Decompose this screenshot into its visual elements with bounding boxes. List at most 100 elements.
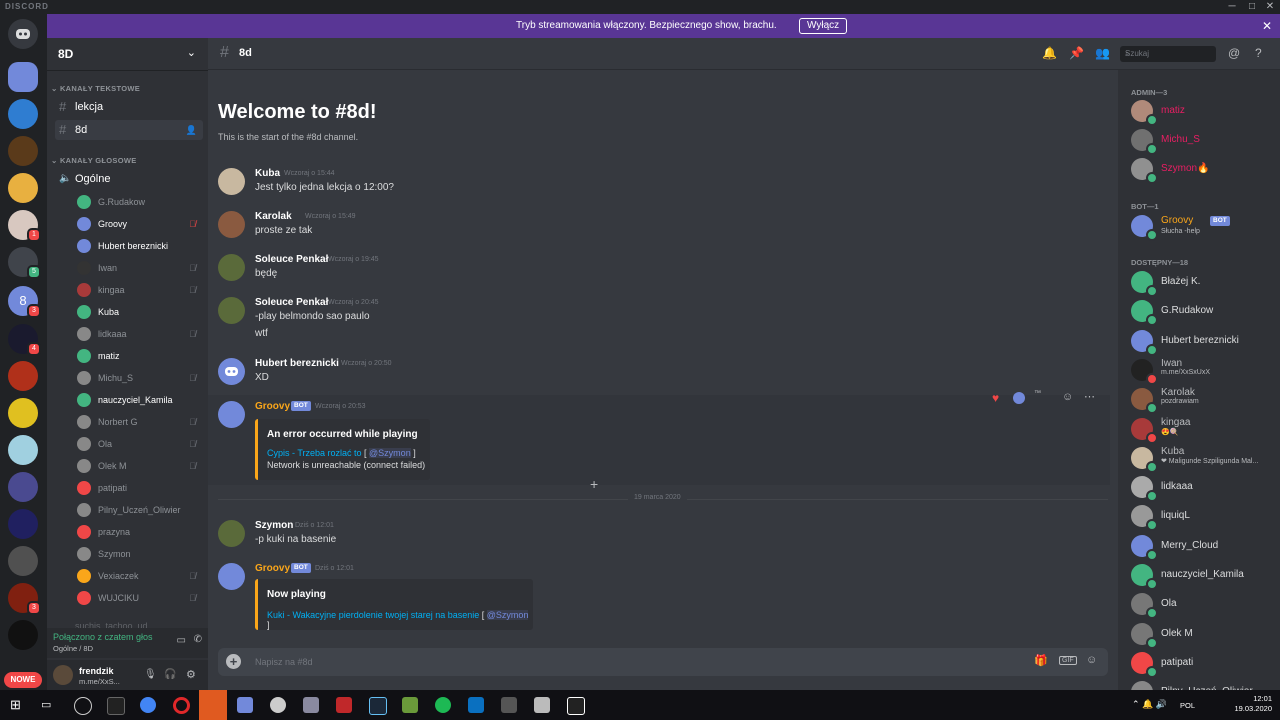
- new-servers-pill[interactable]: NOWE: [4, 672, 42, 688]
- server-icon-1[interactable]: [8, 62, 38, 92]
- message-author[interactable]: Soleuce Penkał: [255, 297, 328, 308]
- member-online[interactable]: lidkaaa: [1131, 474, 1276, 503]
- tray-icons[interactable]: ⌃ 🔔 🔊: [1132, 699, 1167, 710]
- voice-user[interactable]: Hubert bereznicki: [77, 236, 202, 256]
- emoji-reaction-icon[interactable]: [1013, 392, 1025, 404]
- server-icon-16[interactable]: 3: [8, 583, 41, 615]
- member-online[interactable]: nauczyciel_Kamila: [1131, 562, 1276, 590]
- voice-user[interactable]: Ola 🎙̸: [77, 434, 202, 454]
- guild-header[interactable]: 8D ⌄: [47, 38, 208, 71]
- chrome-icon[interactable]: [140, 697, 156, 713]
- voice-user[interactable]: Vexiaczek 🎙̸: [77, 566, 202, 586]
- taskbar-app-icon[interactable]: [303, 697, 319, 713]
- server-icon-13[interactable]: [8, 472, 38, 502]
- voice-user[interactable]: Kuba: [77, 302, 202, 322]
- member-online[interactable]: kingaa 😍🍭: [1131, 416, 1276, 444]
- voice-user[interactable]: lidkaaa 🎙̸: [77, 324, 202, 344]
- server-icon-9[interactable]: 4: [8, 324, 41, 356]
- gif-icon[interactable]: GIF: [1059, 656, 1077, 665]
- search-input[interactable]: Szukaj ⌕: [1120, 46, 1216, 62]
- members-icon[interactable]: 👥: [1095, 46, 1110, 60]
- avatar[interactable]: [218, 297, 245, 324]
- voice-user[interactable]: matiz: [77, 346, 202, 366]
- avatar[interactable]: [53, 665, 73, 685]
- taskbar-app-icon[interactable]: [270, 697, 286, 713]
- avatar[interactable]: [218, 168, 245, 195]
- steam-icon[interactable]: [369, 697, 387, 715]
- mentions-icon[interactable]: @: [1228, 46, 1240, 60]
- gear-icon[interactable]: ⚙: [186, 668, 196, 681]
- pin-icon[interactable]: 📌: [1069, 46, 1084, 60]
- message-author[interactable]: Szymon: [255, 520, 293, 531]
- taskbar-app-icon[interactable]: [336, 697, 352, 713]
- voice-user[interactable]: prazyna: [77, 522, 202, 542]
- headphones-icon[interactable]: 🎧: [164, 669, 176, 680]
- maximize-button[interactable]: □: [1242, 0, 1262, 14]
- member-online[interactable]: Kuba ❤ Maligunde Szpiligunda Mal...: [1131, 445, 1276, 473]
- category-voice-channels[interactable]: ⌄ KANAŁY GŁOSOWE: [51, 156, 137, 165]
- server-icon-12[interactable]: [8, 435, 38, 465]
- minecraft-icon[interactable]: [402, 697, 418, 713]
- mute-icon[interactable]: 🎙: [144, 669, 157, 680]
- member-online[interactable]: Ola: [1131, 591, 1276, 620]
- message-author[interactable]: Kuba: [255, 168, 280, 179]
- server-icon-3[interactable]: [8, 136, 38, 166]
- member-online[interactable]: Karolak pozdrawiam: [1131, 386, 1276, 415]
- voice-channel-ogolne[interactable]: 🔈 Ogólne: [55, 169, 203, 189]
- heart-reaction-icon[interactable]: ♥: [992, 391, 999, 405]
- member-admin[interactable]: Szymon🔥: [1131, 156, 1276, 184]
- server-icon-11[interactable]: [8, 398, 38, 428]
- tm-reaction[interactable]: ™: [1034, 390, 1041, 397]
- track-link[interactable]: Kuki - Wakacyjne pierdolenie twojej star…: [267, 610, 479, 620]
- help-icon[interactable]: ?: [1255, 46, 1262, 60]
- server-icon-8d[interactable]: 83: [8, 286, 41, 318]
- taskbar-app-icon[interactable]: [107, 697, 125, 715]
- avatar[interactable]: [218, 563, 245, 590]
- home-button[interactable]: [8, 19, 38, 49]
- message-author[interactable]: Karolak: [255, 211, 292, 222]
- server-icon-17[interactable]: [8, 620, 38, 650]
- member-admin[interactable]: matiz: [1131, 98, 1276, 126]
- emoji-icon[interactable]: ☺: [1086, 654, 1097, 666]
- avatar[interactable]: [218, 254, 245, 281]
- server-icon-2[interactable]: [8, 99, 38, 129]
- spotify-icon[interactable]: [435, 697, 451, 713]
- minimize-button[interactable]: ─: [1222, 0, 1242, 14]
- voice-user[interactable]: Groovy 🎙̸: [77, 214, 202, 234]
- voice-user[interactable]: WUJCIKU 🎙̸: [77, 588, 202, 608]
- member-online[interactable]: Hubert bereznicki: [1131, 328, 1276, 356]
- member-online[interactable]: Olek M: [1131, 621, 1276, 649]
- opera-icon[interactable]: [173, 697, 190, 714]
- voice-user[interactable]: Michu_S 🎙̸: [77, 368, 202, 388]
- track-link[interactable]: Cypis - Trzeba rozlać to: [267, 448, 362, 458]
- voice-user[interactable]: Olek M 🎙̸: [77, 456, 202, 476]
- voice-user[interactable]: Szymon: [77, 544, 202, 564]
- banner-close-icon[interactable]: ✕: [1262, 19, 1272, 33]
- task-view-icon[interactable]: ▭: [41, 698, 51, 711]
- add-reaction-icon[interactable]: ☺: [1062, 391, 1073, 403]
- disconnect-icon[interactable]: ✆: [194, 634, 202, 645]
- avatar[interactable]: [218, 520, 245, 547]
- taskbar-app-icon[interactable]: [534, 697, 550, 713]
- server-icon-4[interactable]: [8, 173, 38, 203]
- bell-icon[interactable]: 🔔: [1042, 46, 1057, 60]
- message-composer[interactable]: + Napisz na #8d 🎁 GIF ☺: [218, 648, 1108, 676]
- disable-streamer-mode-button[interactable]: Wyłącz: [799, 18, 848, 34]
- windows-start-icon[interactable]: ⊞: [10, 697, 21, 713]
- epic-games-icon[interactable]: [567, 697, 585, 715]
- message-author[interactable]: Groovy: [255, 401, 290, 412]
- more-options-icon[interactable]: ⋯: [1084, 390, 1095, 403]
- taskbar-app-icon[interactable]: [74, 697, 92, 715]
- member-online[interactable]: G.Rudakow: [1131, 298, 1276, 327]
- member-online[interactable]: liquiqL: [1131, 503, 1276, 532]
- user-mention[interactable]: @Szymon: [369, 448, 411, 458]
- upload-plus-icon[interactable]: +: [226, 654, 241, 669]
- voice-location[interactable]: Ogólne / 8D: [53, 644, 93, 653]
- avatar[interactable]: [218, 211, 245, 238]
- member-online[interactable]: Iwan m.me/XxSxUxX: [1131, 357, 1276, 385]
- member-online[interactable]: Merry_Cloud: [1131, 533, 1276, 561]
- server-icon-5[interactable]: 1: [8, 210, 41, 242]
- invite-icon[interactable]: 👤: [186, 120, 197, 140]
- user-mention[interactable]: @Szymon: [486, 610, 529, 620]
- member-groovy[interactable]: Groovy BOT Słucha -help: [1131, 213, 1276, 241]
